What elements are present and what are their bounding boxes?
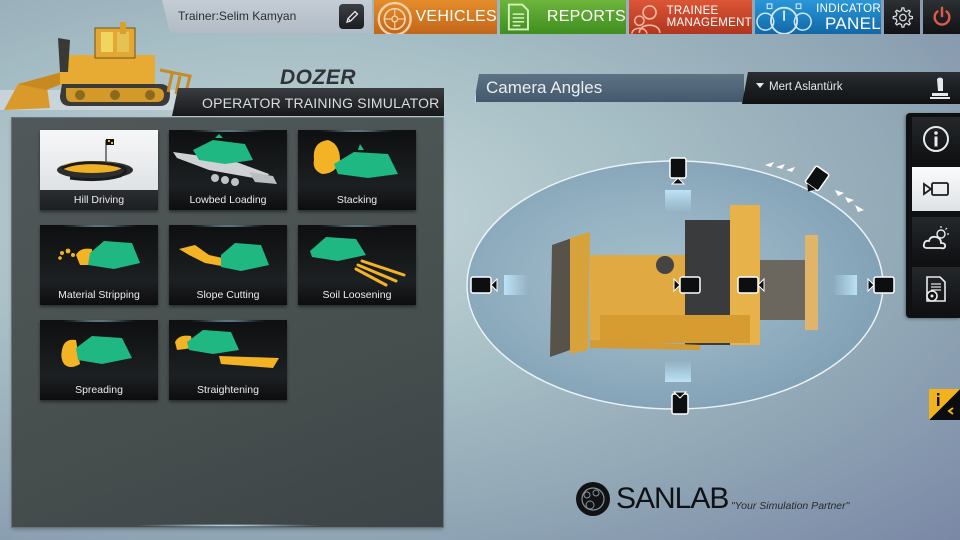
brand-name: SANLAB <box>616 482 729 515</box>
mission-tile-straightening[interactable]: Straightening <box>169 320 287 400</box>
edit-trainer-button[interactable] <box>339 4 364 29</box>
camera-angle-diagram <box>466 157 895 415</box>
weather-button[interactable] <box>912 217 960 261</box>
straightening-icon <box>175 330 279 368</box>
document-icon <box>507 3 529 31</box>
nav-indicator-panel-button[interactable]: INDICATOR PANEL <box>755 0 881 34</box>
gauge-icon <box>756 3 812 34</box>
camera-bottom[interactable] <box>671 391 689 415</box>
mission-tile-spreading[interactable]: Spreading <box>40 320 158 400</box>
material-stripping-icon <box>58 241 140 269</box>
dozer-image <box>0 22 200 110</box>
mission-tile-slope-cutting[interactable]: Slope Cutting <box>169 225 287 305</box>
mission-tile-material-stripping[interactable]: Material Stripping <box>40 225 158 305</box>
user-name: Mert Aslantürk <box>769 81 843 93</box>
stacking-icon <box>313 140 398 178</box>
lowbed-loading-icon <box>173 134 277 186</box>
user-dropdown[interactable]: Mert Aslantürk <box>742 72 960 104</box>
spreading-icon <box>61 336 132 367</box>
mission-label: Lowbed Loading <box>189 194 267 206</box>
pencil-icon <box>345 10 358 23</box>
info-button[interactable] <box>912 117 960 161</box>
info-chevron-icon <box>937 393 954 415</box>
nav-indicator-label: INDICATOR PANEL <box>816 2 881 33</box>
mission-tile-hill-driving[interactable]: Hill Driving <box>40 130 158 210</box>
camera-angles-title: Camera Angles <box>486 78 603 97</box>
mission-label: Slope Cutting <box>196 289 260 301</box>
power-button[interactable] <box>923 0 960 34</box>
subtitle: OPERATOR TRAINING SIMULATOR <box>202 95 440 111</box>
mission-label: Material Stripping <box>58 289 140 301</box>
joystick-icon <box>930 77 950 99</box>
camera-angles-header: Camera Angles <box>474 74 744 102</box>
nav-trainee-management-button[interactable]: TRAINEE MANAGEMENT <box>629 0 752 34</box>
nav-reports-button[interactable]: REPORTS <box>500 0 626 34</box>
nav-vehicles-label: VEHICLES <box>415 8 497 25</box>
mission-tile-lowbed-loading[interactable]: Lowbed Loading <box>169 130 287 210</box>
soil-loosening-icon <box>310 237 406 287</box>
subtitle-bar: OPERATOR TRAINING SIMULATOR <box>172 88 444 116</box>
mission-tile-stacking[interactable]: Stacking <box>298 130 416 210</box>
nav-vehicles-button[interactable]: VEHICLES <box>374 0 497 34</box>
brand-tagline: "Your Simulation Partner" <box>731 500 850 512</box>
mission-label: Spreading <box>75 384 123 396</box>
mission-tile-soil-loosening[interactable]: Soil Loosening <box>298 225 416 305</box>
camera-icon <box>923 182 949 196</box>
mission-label: Straightening <box>197 384 259 396</box>
wheel-icon <box>377 1 412 34</box>
weather-icon <box>922 226 949 250</box>
vehicle-title: DOZER <box>280 66 356 89</box>
power-icon <box>932 6 951 26</box>
nav-trainee-label: TRAINEE MANAGEMENT <box>666 5 752 29</box>
driving-report-icon <box>926 276 946 302</box>
caret-down-icon <box>756 83 764 88</box>
info-icon <box>923 126 949 152</box>
slope-cutting-icon <box>179 243 269 271</box>
mission-panel: Hill Driving Lowbed Loading Stacking Mat… <box>12 118 443 527</box>
camera-button[interactable] <box>912 167 960 211</box>
side-toolbar <box>906 113 960 318</box>
gear-icon <box>892 7 913 28</box>
nav-reports-label: REPORTS <box>546 8 626 25</box>
mission-label: Stacking <box>336 194 378 206</box>
settings-button[interactable] <box>884 0 920 34</box>
info-panel-toggle[interactable] <box>929 389 960 420</box>
sanlab-brand: SANLAB "Your Simulation Partner" <box>574 480 849 518</box>
sanlab-logo-icon <box>576 482 610 516</box>
people-icon <box>631 5 661 34</box>
mission-label: Soil Loosening <box>322 289 392 301</box>
report-button[interactable] <box>912 267 960 311</box>
mission-label: Hill Driving <box>73 194 125 206</box>
hill-driving-icon <box>57 139 133 182</box>
